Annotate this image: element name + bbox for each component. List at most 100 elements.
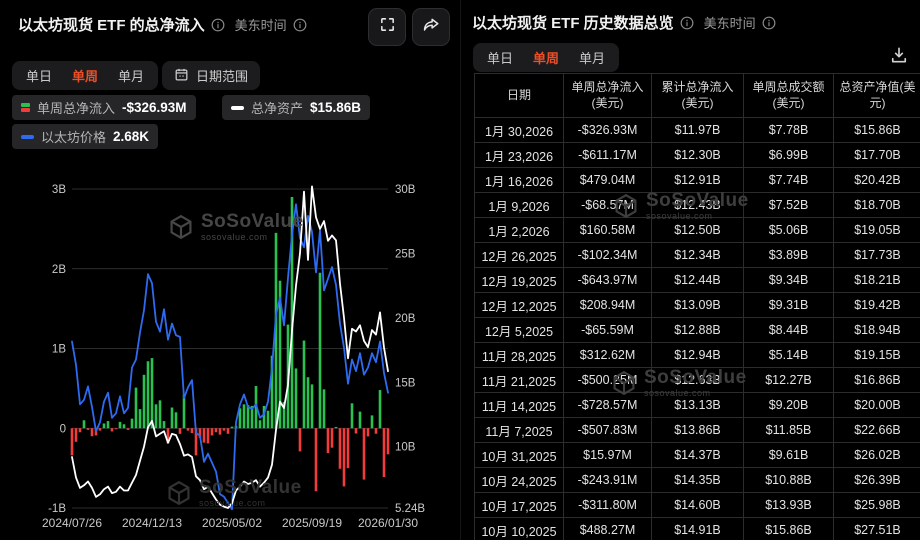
cell-nav: $26.02B (834, 443, 920, 468)
cell-volume: $3.89B (744, 243, 834, 268)
cell-date: 1月 9,2026 (475, 193, 564, 218)
cell-cumulative: $14.91B (652, 518, 744, 540)
download-icon (889, 45, 909, 70)
cell-date: 11月 28,2025 (475, 343, 564, 368)
svg-text:5.24B: 5.24B (395, 503, 425, 515)
share-button[interactable] (412, 8, 450, 46)
cell-date: 12月 19,2025 (475, 268, 564, 293)
net-inflow-chart[interactable]: 3B2B1B0-1B30B25B20B15B10B5.24B2024/07/26… (0, 160, 460, 540)
cell-volume: $8.44B (744, 318, 834, 343)
svg-text:25B: 25B (395, 248, 416, 260)
cell-date: 12月 26,2025 (475, 243, 564, 268)
info-icon[interactable] (762, 16, 776, 30)
cell-nav: $20.00B (834, 393, 920, 418)
table-row: 1月 9,2026-$68.57M$12.43B$7.52B$18.70B (475, 193, 920, 218)
cell-cumulative: $13.09B (652, 293, 744, 318)
net-inflow-chart-panel: 以太坊现货 ETF 的总净流入 美东时间 (0, 0, 460, 540)
date-range-button[interactable]: 日期范围 (162, 61, 260, 90)
cell-date: 11月 21,2025 (475, 368, 564, 393)
legend-eth-price[interactable]: 以太坊价格 2.68K (12, 124, 158, 149)
cell-cumulative: $12.88B (652, 318, 744, 343)
tab-daily[interactable]: 单日 (477, 46, 523, 69)
cell-inflow: -$243.91M (564, 468, 652, 493)
legend-weekly-inflow[interactable]: 单周总净流入 -$326.93M (12, 95, 196, 120)
column-header: 累计总净流入 (美元) (652, 74, 744, 118)
legend-total-assets[interactable]: 总净资产 $15.86B (222, 95, 370, 120)
table-row: 11月 7,2025-$507.83M$13.86B$11.85B$22.66B (475, 418, 920, 443)
svg-text:15B: 15B (395, 377, 416, 389)
table-row: 11月 28,2025$312.62M$12.94B$5.14B$19.15B (475, 343, 920, 368)
price-line-icon (21, 135, 34, 139)
column-header: 总资产净值(美元) (834, 74, 920, 118)
column-header: 日期 (475, 74, 564, 118)
cell-cumulative: $12.94B (652, 343, 744, 368)
table-row: 10月 10,2025$488.27M$14.91B$15.86B$27.51B (475, 518, 920, 540)
cell-inflow: -$611.17M (564, 143, 652, 168)
svg-text:2024/12/13: 2024/12/13 (122, 516, 182, 530)
table-row: 12月 19,2025-$643.97M$12.44B$9.34B$18.21B (475, 268, 920, 293)
legend-label: 单周总净流入 (37, 98, 115, 117)
timezone-label: 美东时间 (704, 13, 756, 32)
etf-dashboard: 以太坊现货 ETF 的总净流入 美东时间 (0, 0, 920, 540)
cell-nav: $18.70B (834, 193, 920, 218)
fullscreen-button[interactable] (368, 8, 406, 46)
cell-date: 12月 12,2025 (475, 293, 564, 318)
cell-nav: $17.70B (834, 143, 920, 168)
fullscreen-icon (379, 16, 396, 38)
assets-line-icon (231, 106, 244, 110)
cell-date: 1月 16,2026 (475, 168, 564, 193)
svg-text:1B: 1B (52, 344, 66, 356)
svg-text:2025/09/19: 2025/09/19 (282, 516, 342, 530)
cell-date: 11月 7,2025 (475, 418, 564, 443)
cell-date: 10月 31,2025 (475, 443, 564, 468)
left-panel-header: 以太坊现货 ETF 的总净流入 美东时间 (18, 14, 307, 35)
table-row: 12月 26,2025-$102.34M$12.34B$3.89B$17.73B (475, 243, 920, 268)
period-tabs: 单日 单周 单月 (12, 61, 158, 90)
cell-volume: $13.93B (744, 493, 834, 518)
cell-inflow: -$326.93M (564, 118, 652, 143)
legend-label: 以太坊价格 (41, 127, 106, 146)
cell-volume: $15.86B (744, 518, 834, 540)
cell-inflow: -$65.59M (564, 318, 652, 343)
tab-monthly[interactable]: 单月 (108, 64, 154, 87)
table-row: 1月 16,2026$479.04M$12.91B$7.74B$20.42B (475, 168, 920, 193)
table-row: 11月 14,2025-$728.57M$13.13B$9.20B$20.00B (475, 393, 920, 418)
info-icon[interactable] (211, 18, 225, 32)
info-icon[interactable] (293, 18, 307, 32)
tab-monthly[interactable]: 单月 (569, 46, 615, 69)
table-title: 以太坊现货 ETF 历史数据总览 (472, 12, 674, 33)
cell-volume: $5.06B (744, 218, 834, 243)
cell-inflow: $15.97M (564, 443, 652, 468)
cell-cumulative: $12.44B (652, 268, 744, 293)
cell-nav: $18.94B (834, 318, 920, 343)
info-icon[interactable] (680, 16, 694, 30)
cell-nav: $19.15B (834, 343, 920, 368)
history-table: 日期单周总净流入 (美元)累计总净流入 (美元)单周总成交额 (美元)总资产净值… (474, 73, 920, 540)
cell-inflow: $208.94M (564, 293, 652, 318)
tab-weekly[interactable]: 单周 (62, 64, 108, 87)
cell-inflow: $160.58M (564, 218, 652, 243)
tab-daily[interactable]: 单日 (16, 64, 62, 87)
cell-volume: $5.14B (744, 343, 834, 368)
cell-date: 1月 23,2026 (475, 143, 564, 168)
svg-text:10B: 10B (395, 442, 416, 454)
svg-text:3B: 3B (52, 184, 66, 196)
cell-inflow: $312.62M (564, 343, 652, 368)
calendar-icon (174, 67, 189, 85)
cell-cumulative: $12.63B (652, 368, 744, 393)
cell-cumulative: $13.13B (652, 393, 744, 418)
table-row: 12月 5,2025-$65.59M$12.88B$8.44B$18.94B (475, 318, 920, 343)
cell-inflow: -$728.57M (564, 393, 652, 418)
cell-cumulative: $14.35B (652, 468, 744, 493)
table-row: 11月 21,2025-$500.25M$12.63B$12.27B$16.86… (475, 368, 920, 393)
download-button[interactable] (886, 44, 912, 70)
cell-date: 1月 30,2026 (475, 118, 564, 143)
cell-date: 10月 24,2025 (475, 468, 564, 493)
inflow-bars-icon (21, 103, 30, 112)
cell-cumulative: $14.60B (652, 493, 744, 518)
cell-nav: $25.98B (834, 493, 920, 518)
cell-nav: $18.21B (834, 268, 920, 293)
tab-weekly[interactable]: 单周 (523, 46, 569, 69)
svg-text:2024/07/26: 2024/07/26 (42, 516, 102, 530)
cell-cumulative: $12.30B (652, 143, 744, 168)
